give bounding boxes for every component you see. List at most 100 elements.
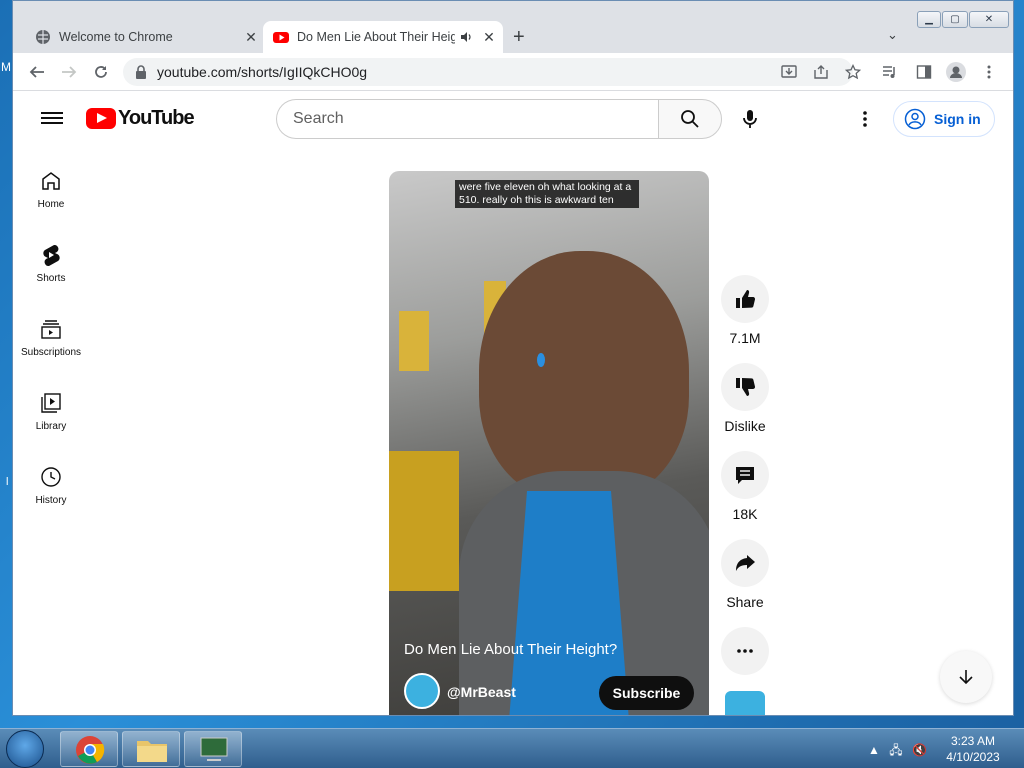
tab-title: Do Men Lie About Their Heig [297, 30, 455, 44]
network-icon[interactable]: 🖧 [889, 743, 902, 757]
windows-taskbar: ▲ 🖧 🔇 3:23 AM 4/10/2023 [0, 728, 1024, 768]
settings-kebab-icon[interactable] [855, 109, 875, 129]
share-arrow-icon [736, 555, 755, 571]
chrome-window: Welcome to Chrome ✕ Do Men Lie About The… [12, 0, 1014, 716]
forward-arrow-icon[interactable] [59, 62, 79, 82]
nav-shorts[interactable]: Shorts [13, 243, 89, 284]
next-short-button[interactable] [940, 651, 992, 703]
taskbar-chrome-button[interactable] [60, 731, 118, 767]
sign-in-button[interactable]: Sign in [893, 101, 995, 137]
search-button[interactable] [658, 99, 722, 139]
account-icon [904, 108, 926, 130]
youtube-logo-text: YouTube [118, 107, 195, 129]
share-button[interactable] [721, 539, 769, 587]
minimize-button[interactable]: ▁ [917, 11, 941, 28]
bookmark-star-icon[interactable] [843, 62, 863, 82]
like-count: 7.1M [729, 330, 761, 346]
tab-welcome[interactable]: Welcome to Chrome ✕ [27, 21, 259, 53]
dislike-button[interactable] [721, 363, 769, 411]
taskbar-explorer-button[interactable] [122, 731, 180, 767]
close-tab-icon[interactable]: ✕ [243, 29, 259, 46]
lock-icon[interactable] [135, 65, 147, 79]
browser-toolbar: youtube.com/shorts/IgIIQkCHO0g [13, 53, 1013, 91]
share-label: Share [726, 594, 764, 610]
nav-label: Subscriptions [20, 347, 82, 358]
library-icon [41, 393, 61, 413]
share-page-icon[interactable] [811, 62, 831, 82]
nav-label: History [35, 495, 67, 506]
reload-icon[interactable] [91, 62, 111, 82]
nav-label: Shorts [36, 273, 66, 284]
nav-library[interactable]: Library [13, 391, 89, 432]
video-scene-person [479, 251, 689, 501]
dislike-label: Dislike [724, 418, 766, 434]
video-scene-shelf [399, 311, 429, 371]
folder-icon [137, 741, 167, 762]
channel-name[interactable]: @MrBeast [447, 684, 516, 700]
comments-button[interactable] [721, 451, 769, 499]
history-icon [41, 467, 61, 487]
microphone-icon[interactable] [738, 107, 762, 131]
subscribe-button[interactable]: Subscribe [599, 676, 694, 710]
chrome-globe-icon [36, 30, 50, 44]
comment-icon [736, 467, 754, 484]
subscriptions-icon [41, 320, 61, 339]
short-video-player[interactable]: were five eleven oh what looking at a 51… [389, 171, 709, 715]
window-close-button[interactable]: ✕ [969, 11, 1009, 28]
comments-action[interactable]: 18K [718, 451, 772, 522]
dislike-action[interactable]: Dislike [718, 363, 772, 434]
clock-date: 4/10/2023 [946, 750, 1000, 764]
more-actions[interactable] [718, 627, 772, 682]
tab-title: Welcome to Chrome [59, 30, 173, 44]
taskbar-clock[interactable]: 3:23 AM 4/10/2023 [940, 733, 1006, 765]
nav-subscriptions[interactable]: Subscriptions [13, 317, 89, 358]
nav-label: Library [35, 421, 67, 432]
url-text[interactable]: youtube.com/shorts/IgIIQkCHO0g [157, 64, 367, 80]
volume-muted-icon[interactable]: 🔇 [912, 743, 927, 757]
youtube-icon [273, 32, 289, 43]
hamburger-menu-icon[interactable] [41, 109, 63, 127]
channel-avatar[interactable] [404, 673, 440, 709]
comment-count: 18K [732, 506, 758, 522]
home-icon [42, 172, 60, 190]
chrome-menu-icon[interactable] [979, 62, 999, 82]
close-tab-icon[interactable]: ✕ [481, 29, 497, 46]
youtube-header: YouTube Search Sign in [13, 91, 1013, 147]
maximize-button[interactable]: ▢ [942, 11, 968, 28]
media-control-icon[interactable] [880, 62, 900, 82]
nav-home[interactable]: Home [13, 169, 89, 210]
short-title[interactable]: Do Men Lie About Their Height? [404, 641, 617, 658]
tab-youtube-short[interactable]: Do Men Lie About Their Heig ✕ [263, 21, 503, 53]
speaker-icon[interactable] [459, 30, 473, 44]
back-arrow-icon[interactable] [27, 62, 47, 82]
desktop-edge-text: M [1, 60, 11, 74]
youtube-logo[interactable]: YouTube [86, 107, 195, 130]
search-input[interactable]: Search [276, 99, 659, 139]
like-button[interactable] [721, 275, 769, 323]
sign-in-label: Sign in [934, 111, 981, 127]
tab-strip: Welcome to Chrome ✕ Do Men Lie About The… [13, 1, 1013, 53]
chrome-icon [76, 736, 105, 764]
desktop-edge-text-2: l [6, 476, 9, 488]
profile-icon[interactable] [946, 62, 966, 82]
nav-history[interactable]: History [13, 465, 89, 506]
search-placeholder: Search [293, 110, 344, 127]
share-action[interactable]: Share [718, 539, 772, 610]
video-caption: were five eleven oh what looking at a 51… [455, 180, 639, 208]
side-panel-icon[interactable] [914, 62, 934, 82]
new-tab-button[interactable]: + [513, 26, 525, 49]
taskbar-app-button[interactable] [184, 731, 242, 767]
install-app-icon[interactable] [779, 62, 799, 82]
monitor-app-icon [200, 737, 228, 761]
address-bar[interactable]: youtube.com/shorts/IgIIQkCHO0g [123, 58, 853, 86]
windows-start-icon[interactable] [6, 730, 44, 768]
system-tray[interactable]: ▲ 🖧 🔇 [868, 741, 927, 762]
tab-search-chevron-icon[interactable]: ⌄ [887, 27, 898, 43]
like-action[interactable]: 7.1M [718, 275, 772, 346]
youtube-page: YouTube Search Sign in Home Shorts Subsc… [13, 91, 1013, 715]
nav-label: Home [37, 199, 65, 210]
thumbs-up-icon [736, 290, 756, 308]
more-actions-button[interactable] [721, 627, 769, 675]
channel-thumbnail[interactable] [725, 691, 765, 715]
show-hidden-icons-icon[interactable]: ▲ [868, 743, 880, 757]
